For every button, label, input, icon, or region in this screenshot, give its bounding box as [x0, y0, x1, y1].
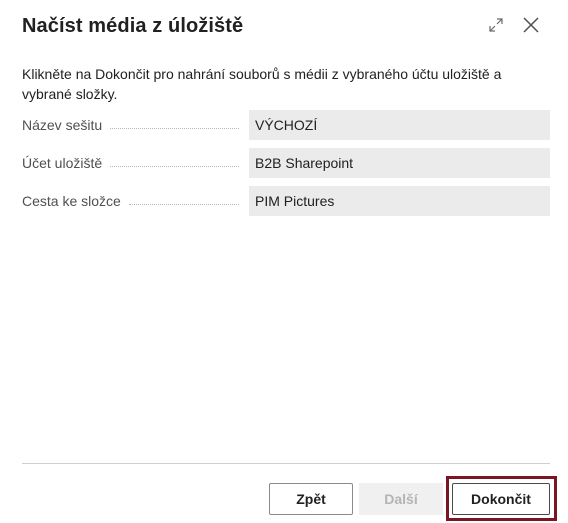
- close-icon: [522, 16, 540, 39]
- dotted-leader: [110, 127, 239, 129]
- field-label: Účet uložiště: [22, 155, 103, 171]
- expand-icon: [488, 17, 504, 38]
- workbook-name-field[interactable]: VÝCHOZÍ: [249, 110, 550, 140]
- field-row-folder-path: Cesta ke složce PIM Pictures: [22, 186, 550, 216]
- back-button[interactable]: Zpět: [269, 483, 353, 515]
- next-button: Další: [359, 483, 443, 515]
- finish-button[interactable]: Dokončit: [452, 483, 550, 515]
- field-row-workbook-name: Název sešitu VÝCHOZÍ: [22, 110, 550, 140]
- expand-button[interactable]: [483, 14, 509, 40]
- field-label: Cesta ke složce: [22, 193, 121, 209]
- dialog-title: Načíst média z úložiště: [22, 15, 244, 37]
- load-media-dialog: Načíst média z úložiště Klikněte na Doko…: [0, 0, 568, 523]
- dotted-leader: [128, 203, 239, 205]
- field-label: Název sešitu: [22, 117, 103, 133]
- dialog-instruction: Klikněte na Dokončit pro nahrání souborů…: [22, 66, 502, 102]
- storage-account-field[interactable]: B2B Sharepoint: [249, 148, 550, 178]
- field-row-storage-account: Účet uložiště B2B Sharepoint: [22, 148, 550, 178]
- footer-divider: [22, 463, 550, 464]
- dotted-leader: [110, 165, 239, 167]
- folder-path-field[interactable]: PIM Pictures: [249, 186, 550, 216]
- close-button[interactable]: [518, 14, 544, 40]
